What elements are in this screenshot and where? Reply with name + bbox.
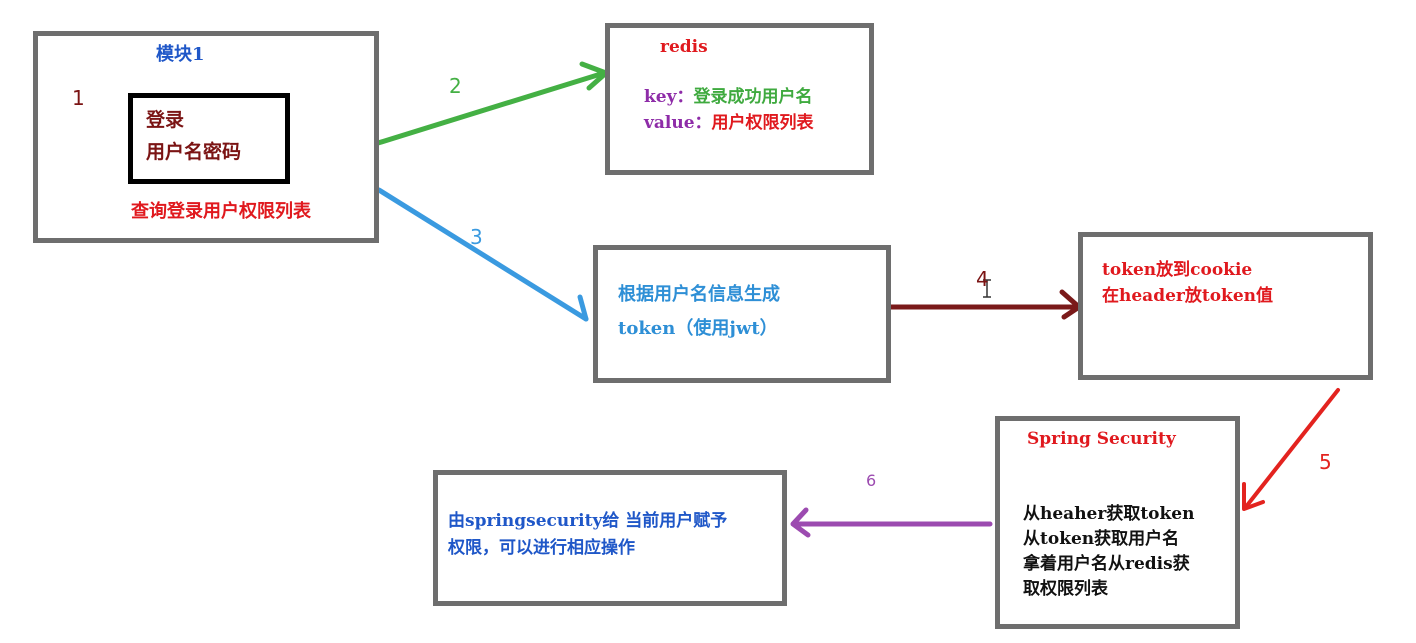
redis-value-value: 用户权限列表 xyxy=(711,113,814,133)
cookie-line2: 在header放token值 xyxy=(1102,286,1273,306)
spring-security-line3: 拿着用户名从redis获 xyxy=(1023,554,1190,574)
query-permissions-label: 查询登录用户权限列表 xyxy=(131,201,311,222)
spring-security-line4: 取权限列表 xyxy=(1023,579,1108,599)
step-number-2: 2 xyxy=(449,74,462,98)
redis-key-value: 登录成功用户名 xyxy=(693,87,813,107)
step-number-5: 5 xyxy=(1319,450,1332,474)
arrow-step-6 xyxy=(790,507,993,538)
arrow-step-2 xyxy=(375,61,609,146)
step-number-3: 3 xyxy=(470,225,483,249)
arrow-step-3 xyxy=(376,187,589,322)
token-generation-line2: token（使用jwt） xyxy=(618,318,778,339)
login-box xyxy=(128,93,290,184)
spring-security-line1: 从heaher获取token xyxy=(1023,504,1195,524)
redis-value-line: value：用户权限列表 xyxy=(644,115,814,132)
login-label: 登录 xyxy=(146,109,185,131)
grant-line1: 由springsecurity给 当前用户赋予 xyxy=(448,511,728,531)
redis-key-label: key： xyxy=(644,87,694,107)
redis-key-line: key：登录成功用户名 xyxy=(644,89,812,106)
step-number-1: 1 xyxy=(72,86,85,110)
cookie-line1: token放到cookie xyxy=(1102,260,1253,280)
redis-value-label: value： xyxy=(644,113,712,133)
grant-line2: 权限，可以进行相应操作 xyxy=(448,538,635,558)
cookie-header-box xyxy=(1078,232,1373,380)
login-credentials-label: 用户名密码 xyxy=(146,141,242,163)
spring-security-title: Spring Security xyxy=(1027,429,1176,449)
step-number-6: 6 xyxy=(866,471,877,490)
token-generation-line1: 根据用户名信息生成 xyxy=(618,284,780,305)
arrow-step-4 xyxy=(885,289,1082,320)
flow-diagram: 模块1 登录 用户名密码 查询登录用户权限列表 redis key：登录成功用户… xyxy=(0,0,1416,643)
redis-title: redis xyxy=(660,37,708,57)
token-generation-box xyxy=(593,245,891,383)
spring-security-line2: 从token获取用户名 xyxy=(1023,529,1180,549)
step-number-4: 4 xyxy=(976,267,989,291)
module1-title: 模块1 xyxy=(156,44,205,65)
